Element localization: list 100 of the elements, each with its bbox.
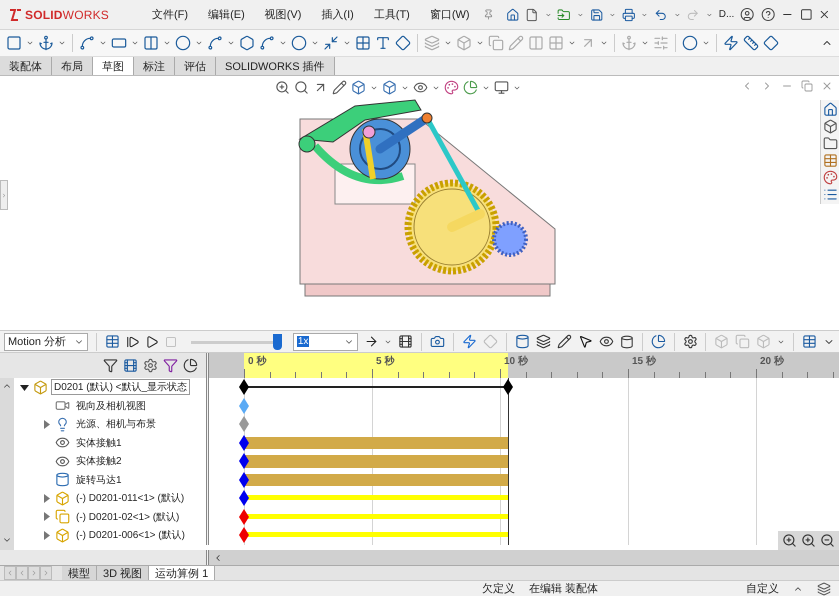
- command-tab[interactable]: 布局: [52, 57, 93, 75]
- display-settings-icon[interactable]: [494, 80, 509, 95]
- filter-selected-icon[interactable]: [163, 358, 178, 373]
- hide-show-icon[interactable]: [413, 80, 428, 95]
- caret-icon[interactable]: [99, 39, 107, 47]
- tree-item[interactable]: (-) D0201-006<1> (默认): [73, 527, 188, 544]
- zoom-in-icon[interactable]: [801, 533, 816, 548]
- polygon-icon[interactable]: [239, 35, 255, 51]
- slider-thumb[interactable]: [272, 334, 282, 350]
- restore-icon[interactable]: [801, 80, 813, 92]
- menu-item[interactable]: 插入(I): [314, 7, 361, 22]
- caret-icon[interactable]: [163, 39, 171, 47]
- tree-item[interactable]: 实体接触1: [73, 434, 125, 451]
- caret-icon[interactable]: [384, 338, 392, 346]
- command-tab[interactable]: 装配体: [0, 57, 52, 75]
- zoom-fit-icon[interactable]: [275, 80, 290, 95]
- caret-icon[interactable]: [311, 39, 319, 47]
- folder-icon[interactable]: [822, 136, 838, 151]
- tree-item[interactable]: (-) D0201-02<1> (默认): [73, 508, 182, 525]
- caret-icon[interactable]: [26, 39, 34, 47]
- expand-toggle-icon[interactable]: [42, 530, 51, 540]
- menu-item[interactable]: 窗口(W): [422, 7, 477, 22]
- study-type-dropdown[interactable]: Motion 分析: [4, 332, 88, 350]
- view-orientation-icon[interactable]: [351, 80, 366, 95]
- save-icon[interactable]: [590, 6, 604, 22]
- help-icon[interactable]: [760, 6, 776, 23]
- menu-item[interactable]: 编辑(E): [201, 7, 252, 22]
- print-icon[interactable]: [622, 6, 636, 22]
- expand-toggle-icon[interactable]: [42, 420, 51, 429]
- caret-icon[interactable]: [444, 39, 452, 47]
- zoom-area-icon[interactable]: [294, 80, 309, 95]
- playback-mode-icon[interactable]: [364, 334, 378, 349]
- expand-toggle-icon[interactable]: [42, 494, 51, 503]
- play-from-start-icon[interactable]: [126, 334, 140, 348]
- caret-icon[interactable]: [131, 39, 139, 47]
- units-selector[interactable]: 自定义: [746, 581, 779, 596]
- ellipse-icon[interactable]: [291, 35, 307, 51]
- caret-icon[interactable]: [227, 39, 235, 47]
- tree-item[interactable]: 视向及相机视图: [73, 398, 149, 414]
- appearance-icon[interactable]: [822, 170, 838, 185]
- keyframe-marker[interactable]: [502, 379, 513, 396]
- command-tab[interactable]: 评估: [175, 57, 216, 75]
- menu-item[interactable]: 工具(T): [366, 7, 417, 22]
- caret-icon[interactable]: [476, 39, 484, 47]
- scene-icon[interactable]: [463, 80, 478, 95]
- sketch-icon[interactable]: [6, 35, 22, 51]
- keyframe-marker[interactable]: [239, 453, 249, 470]
- menu-item[interactable]: 视图(V): [258, 7, 308, 22]
- open-folder-icon[interactable]: [557, 6, 571, 22]
- document-tab[interactable]: 模型: [62, 566, 97, 580]
- document-tab[interactable]: 3D 视图: [97, 566, 150, 580]
- playback-speed-dropdown[interactable]: 1x: [292, 332, 358, 350]
- zoom-out-icon[interactable]: [820, 533, 835, 548]
- keyframe-marker[interactable]: [239, 398, 249, 414]
- keyframe-marker[interactable]: [239, 472, 249, 488]
- line-icon[interactable]: [79, 35, 95, 51]
- zoom-to-fit-icon[interactable]: [782, 533, 797, 548]
- keyframe-marker[interactable]: [239, 416, 249, 432]
- command-tab[interactable]: 草图: [93, 57, 134, 75]
- caret-icon[interactable]: [702, 39, 710, 47]
- pin-icon[interactable]: [482, 8, 494, 21]
- caret-icon[interactable]: [195, 39, 203, 47]
- caret-icon[interactable]: [58, 39, 66, 47]
- expand-toggle-icon[interactable]: [20, 382, 29, 392]
- tree-item[interactable]: D0201 (默认) <默认_显示状态: [51, 379, 190, 396]
- arc-icon[interactable]: [207, 35, 223, 51]
- keyframe-marker[interactable]: [239, 490, 249, 506]
- keyframe-marker[interactable]: [239, 508, 249, 525]
- command-tab[interactable]: SOLIDWORKS 插件: [216, 57, 335, 75]
- text-icon[interactable]: [375, 35, 391, 51]
- spline-icon[interactable]: [259, 35, 275, 51]
- caret-icon[interactable]: [343, 39, 351, 47]
- home-icon[interactable]: [506, 6, 520, 22]
- play-icon[interactable]: [145, 334, 160, 348]
- settings-icon[interactable]: [682, 334, 698, 349]
- expand-toggle-icon[interactable]: [42, 512, 51, 522]
- caret-icon[interactable]: [600, 39, 608, 47]
- caret-icon[interactable]: [641, 39, 649, 47]
- appearance-icon[interactable]: [444, 80, 459, 95]
- new-document-icon[interactable]: [525, 6, 539, 22]
- circle-icon[interactable]: [175, 35, 191, 51]
- document-tab[interactable]: 运动算例 1: [149, 566, 216, 580]
- maximize-icon[interactable]: [800, 7, 812, 22]
- save-animation-icon[interactable]: [398, 334, 414, 349]
- caret-icon[interactable]: [279, 39, 287, 47]
- keyframe-marker[interactable]: [239, 434, 249, 451]
- animation-wizard-icon[interactable]: [430, 334, 446, 349]
- tree-item[interactable]: 实体接触2: [73, 453, 125, 470]
- tree-item[interactable]: 光源、相机与布景: [73, 416, 159, 432]
- keyframe-marker[interactable]: [239, 379, 249, 396]
- tree-item[interactable]: (-) D0201-011<1> (默认): [73, 490, 188, 506]
- panel-grip[interactable]: [0, 180, 8, 210]
- menu-item[interactable]: 文件(F): [145, 7, 196, 22]
- filter-icon[interactable]: [103, 358, 118, 373]
- user-icon[interactable]: [740, 6, 755, 23]
- display-style-icon[interactable]: [382, 80, 397, 95]
- horizontal-scrollbar[interactable]: [209, 550, 839, 565]
- command-tab[interactable]: 标注: [134, 57, 175, 75]
- caret-icon[interactable]: [777, 338, 786, 346]
- home-icon[interactable]: [822, 102, 838, 117]
